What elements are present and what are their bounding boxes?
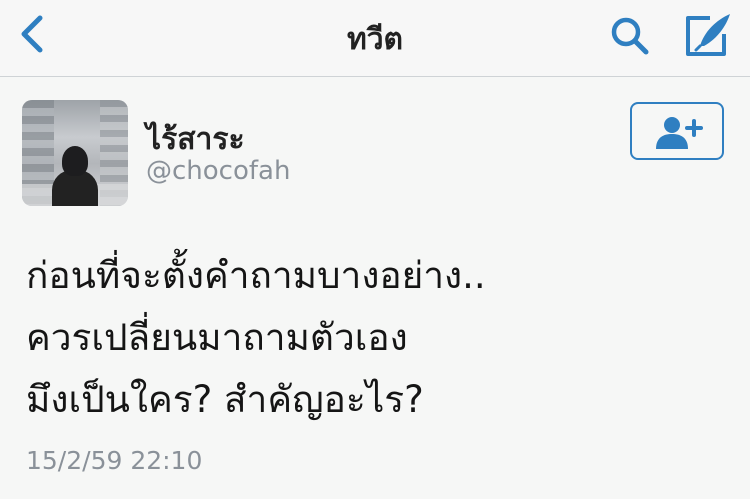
avatar-person	[62, 146, 88, 176]
search-icon[interactable]	[606, 14, 656, 58]
add-user-icon	[656, 117, 703, 149]
tweet-text-line: ควรเปลี่ยนมาถามตัวเอง	[26, 316, 408, 359]
tweet-text-line: ก่อนที่จะตั้งคำถามบางอย่าง..	[26, 254, 486, 297]
navigation-bar: ทวีต	[0, 0, 750, 77]
follow-button[interactable]	[630, 102, 724, 160]
avatar[interactable]	[22, 100, 128, 206]
tweet-text-line: มึงเป็นใคร? สำคัญอะไร?	[26, 378, 424, 421]
tweet-timestamp: 15/2/59 22:10	[26, 446, 203, 475]
compose-icon[interactable]	[680, 10, 736, 60]
user-handle[interactable]: @chocofah	[146, 156, 290, 186]
tweet-text: ก่อนที่จะตั้งคำถามบางอย่าง.. ควรเปลี่ยนม…	[26, 245, 726, 431]
